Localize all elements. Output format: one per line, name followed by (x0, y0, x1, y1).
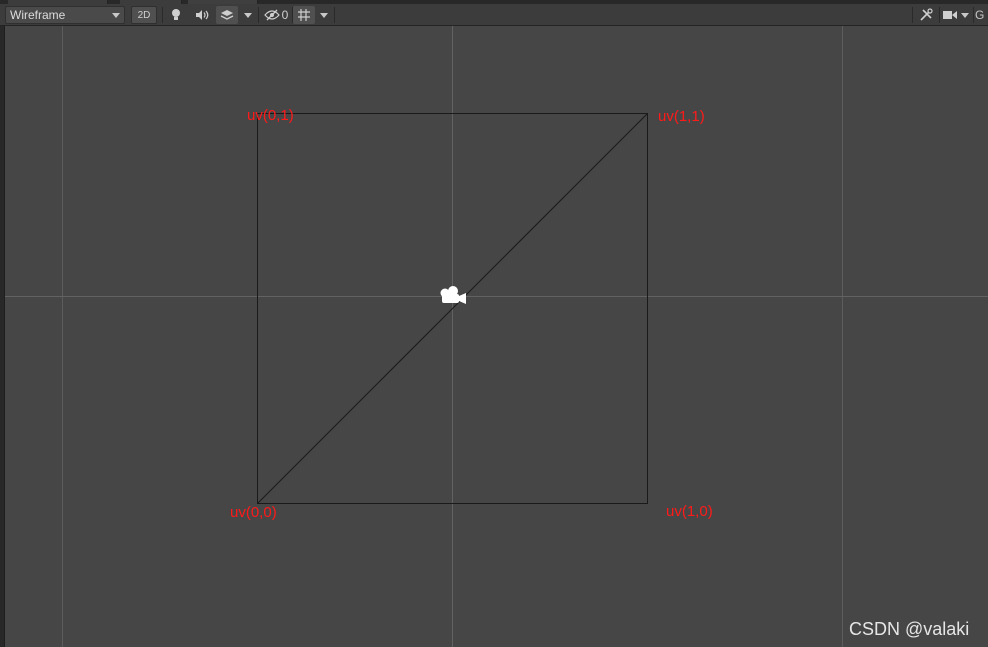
grid-toggle-button[interactable] (293, 6, 315, 24)
chevron-down-icon (320, 12, 328, 18)
scene-visibility-button[interactable]: 0 (261, 6, 291, 24)
uv-label-top-left: uv(0,1) (247, 107, 294, 124)
chevron-down-icon (961, 12, 969, 18)
audio-toggle-button[interactable] (191, 6, 213, 24)
toolbar-divider (334, 7, 335, 23)
uv-label-bottom-right: uv(1,0) (666, 503, 713, 520)
tools-button[interactable] (915, 6, 937, 24)
scene-toolbar: Wireframe 2D 0 G (0, 4, 988, 26)
hidden-objects-count: 0 (281, 8, 289, 22)
grid-icon (298, 9, 310, 21)
scene-viewport[interactable]: uv(0,1) uv(1,1) uv(0,0) uv(1,0) CSDN @va… (5, 26, 988, 647)
lightbulb-icon (172, 9, 180, 20)
effects-dropdown-button[interactable] (240, 6, 256, 24)
video-camera-icon (943, 11, 957, 19)
lighting-toggle-button[interactable] (165, 6, 187, 24)
gizmos-button-label: G (975, 8, 985, 22)
effects-toggle-button[interactable] (216, 6, 238, 24)
chevron-down-icon (112, 13, 120, 18)
speaker-icon (196, 10, 209, 20)
toolbar-divider (258, 7, 259, 23)
tools-icon (920, 8, 933, 21)
toggle-2d-button[interactable]: 2D (131, 6, 157, 24)
toolbar-divider (162, 7, 163, 23)
toolbar-divider (912, 7, 913, 23)
draw-mode-dropdown[interactable]: Wireframe (5, 6, 125, 24)
gizmos-button[interactable]: G (975, 6, 988, 24)
chevron-down-icon (244, 12, 252, 18)
scene-canvas (5, 26, 988, 647)
camera-settings-button[interactable] (941, 6, 971, 24)
camera-icon[interactable] (440, 286, 467, 304)
toolbar-divider (973, 7, 974, 23)
uv-label-bottom-left: uv(0,0) (230, 504, 277, 521)
layers-icon (220, 10, 234, 20)
uv-label-top-right: uv(1,1) (658, 108, 705, 125)
draw-mode-label: Wireframe (10, 8, 66, 22)
watermark: CSDN @valaki (849, 619, 970, 639)
toolbar-divider (939, 7, 940, 23)
eye-slash-icon (263, 9, 280, 21)
grid-dropdown-button[interactable] (316, 6, 332, 24)
